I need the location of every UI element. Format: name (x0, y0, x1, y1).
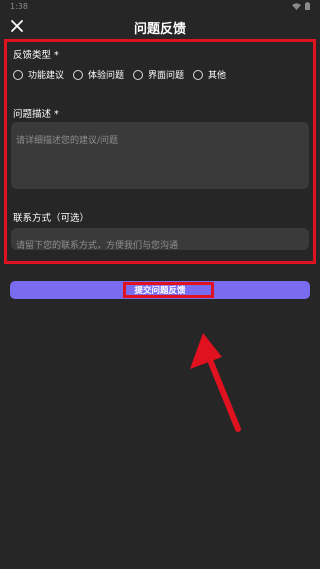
radio-label: 体验问题 (88, 71, 125, 81)
description-textarea[interactable]: 请详细描述您的建议/问题 (11, 122, 309, 189)
radio-label: 功能建议 (28, 71, 65, 81)
radio-option-experience[interactable]: 体验问题 (73, 68, 124, 81)
contact-label: 联系方式（可选） (13, 213, 90, 224)
description-label: 问题描述 * (13, 106, 59, 120)
status-icons (292, 2, 310, 10)
contact-input[interactable]: 请留下您的联系方式，方便我们与您沟通 (11, 228, 309, 251)
annotation-arrow-icon (190, 333, 241, 432)
radio-circle (13, 69, 23, 80)
app-header: 问题反馈 (0, 12, 320, 40)
required-mark: * (54, 109, 59, 120)
radio-circle (133, 69, 144, 80)
radio-option-other[interactable]: 其他 (193, 68, 226, 81)
feedback-form: 反馈类型 * 功能建议 体验问题 界面问题 其他 问题描述 * 请详细描述您的建议/… (4, 39, 316, 264)
required-mark: * (54, 50, 59, 61)
radio-circle (193, 69, 204, 80)
submit-button[interactable]: 提交问题反馈 (10, 281, 310, 299)
feedback-type-radio-group: 功能建议 体验问题 界面问题 其他 (13, 68, 235, 81)
radio-label: 其他 (208, 71, 227, 81)
battery-icon (305, 2, 310, 10)
wifi-icon (292, 2, 301, 10)
status-time: 1:38 (10, 1, 28, 11)
radio-label: 界面问题 (148, 71, 185, 81)
feedback-type-label: 反馈类型 * (13, 47, 59, 61)
contact-placeholder: 请留下您的联系方式，方便我们与您沟通 (16, 241, 179, 251)
feedback-type-label-text: 反馈类型 (13, 50, 52, 61)
submit-label: 提交问题反馈 (134, 286, 186, 296)
radio-circle (73, 69, 84, 80)
description-placeholder: 请详细描述您的建议/问题 (16, 136, 119, 146)
radio-option-interface[interactable]: 界面问题 (133, 68, 184, 81)
radio-option-feature[interactable]: 功能建议 (13, 68, 64, 81)
status-bar: 1:38 (0, 0, 320, 12)
page-title: 问题反馈 (133, 22, 186, 37)
description-label-text: 问题描述 (13, 109, 52, 120)
